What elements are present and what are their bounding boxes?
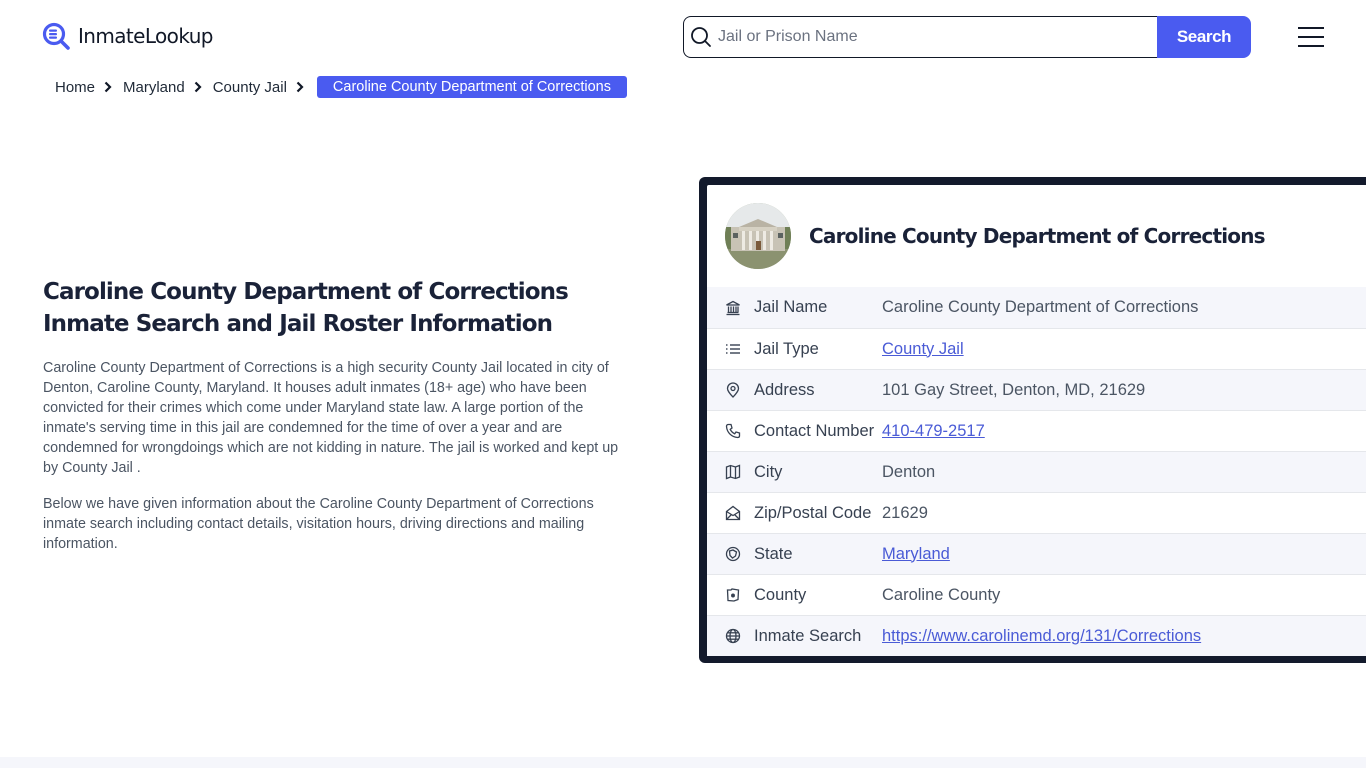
phone-link[interactable]: 410-479-2517 bbox=[882, 422, 985, 440]
inmate-search-link[interactable]: https://www.carolinemd.org/131/Correctio… bbox=[882, 627, 1201, 645]
search-form: Search bbox=[683, 16, 1251, 58]
card-header: Caroline County Department of Correction… bbox=[707, 185, 1366, 287]
breadcrumb: Home Maryland County Jail Caroline Count… bbox=[55, 76, 627, 98]
row-value: Denton bbox=[882, 462, 936, 481]
search-input[interactable] bbox=[718, 28, 1138, 46]
info-row-inmate-search: Inmate Search https://www.carolinemd.org… bbox=[707, 615, 1366, 656]
jail-building-photo bbox=[725, 203, 791, 269]
site-logo[interactable]: InmateLookup bbox=[42, 22, 213, 50]
search-button[interactable]: Search bbox=[1157, 16, 1251, 58]
logo-text: InmateLookup bbox=[78, 24, 213, 48]
map-icon bbox=[724, 463, 742, 481]
row-label: Zip/Postal Code bbox=[754, 503, 872, 522]
row-label: Inmate Search bbox=[754, 626, 862, 645]
row-value: 101 Gay Street, Denton, MD, 21629 bbox=[882, 380, 1146, 399]
info-row-address: Address 101 Gay Street, Denton, MD, 2162… bbox=[707, 369, 1366, 410]
row-value: Caroline County Department of Correction… bbox=[882, 298, 1199, 316]
page-title-line1: Caroline County Department of Correction… bbox=[43, 279, 569, 305]
page-title: Caroline County Department of Correction… bbox=[43, 276, 633, 340]
state-link[interactable]: Maryland bbox=[882, 545, 950, 563]
bank-icon bbox=[724, 299, 742, 317]
globe-icon bbox=[724, 627, 742, 645]
menu-hamburger-icon[interactable] bbox=[1298, 27, 1324, 47]
list-icon bbox=[724, 340, 742, 358]
intro-paragraph-2: Below we have given information about th… bbox=[43, 496, 594, 552]
row-label: Address bbox=[754, 380, 815, 399]
menu-bar bbox=[1298, 36, 1324, 38]
mail-open-icon bbox=[724, 504, 742, 522]
info-row-jail-type: Jail Type County Jail bbox=[707, 328, 1366, 369]
info-row-city: City Denton bbox=[707, 451, 1366, 492]
map-pin-icon bbox=[724, 381, 742, 399]
footer-strip bbox=[0, 757, 1366, 768]
search-icon bbox=[691, 27, 711, 47]
row-label: County bbox=[754, 585, 807, 604]
row-label: State bbox=[754, 544, 793, 563]
row-label: Contact Number bbox=[754, 421, 875, 440]
card-title: Caroline County Department of Correction… bbox=[809, 224, 1266, 248]
breadcrumb-county-jail[interactable]: County Jail bbox=[213, 79, 287, 96]
menu-bar bbox=[1298, 27, 1324, 29]
search-field[interactable] bbox=[683, 16, 1157, 58]
chevron-right-icon bbox=[104, 81, 114, 93]
info-row-zip: Zip/Postal Code 21629 bbox=[707, 492, 1366, 533]
breadcrumb-current: Caroline County Department of Correction… bbox=[316, 76, 627, 98]
phone-icon bbox=[724, 422, 742, 440]
intro-section: Caroline County Department of Correction… bbox=[43, 276, 633, 554]
chevron-right-icon bbox=[296, 81, 306, 93]
info-row-county: County Caroline County bbox=[707, 574, 1366, 615]
intro-paragraph-1: Caroline County Department of Correction… bbox=[43, 360, 619, 476]
row-label: City bbox=[754, 462, 783, 481]
info-row-state: State Maryland bbox=[707, 533, 1366, 574]
logo-magnifier-icon bbox=[42, 22, 70, 50]
info-row-jail-name: Jail Name Caroline County Department of … bbox=[707, 287, 1366, 328]
page-title-line2: Inmate Search and Jail Roster Informatio… bbox=[43, 311, 553, 337]
info-row-contact-number: Contact Number 410-479-2517 bbox=[707, 410, 1366, 451]
jail-type-link[interactable]: County Jail bbox=[882, 340, 964, 358]
jail-info-card: Caroline County Department of Correction… bbox=[699, 177, 1366, 663]
site-header: InmateLookup Search bbox=[0, 0, 1366, 70]
state-icon bbox=[724, 545, 742, 563]
jail-info-card-body: Caroline County Department of Correction… bbox=[707, 185, 1366, 656]
row-label: Jail Name bbox=[754, 298, 828, 316]
info-table: Jail Name Caroline County Department of … bbox=[707, 287, 1366, 656]
breadcrumb-maryland[interactable]: Maryland bbox=[123, 79, 185, 96]
row-label: Jail Type bbox=[754, 339, 819, 358]
chevron-right-icon bbox=[194, 81, 204, 93]
county-icon bbox=[724, 586, 742, 604]
row-value: Caroline County bbox=[882, 585, 1001, 604]
menu-bar bbox=[1298, 45, 1324, 47]
row-value: 21629 bbox=[882, 503, 928, 522]
breadcrumb-home[interactable]: Home bbox=[55, 79, 95, 96]
